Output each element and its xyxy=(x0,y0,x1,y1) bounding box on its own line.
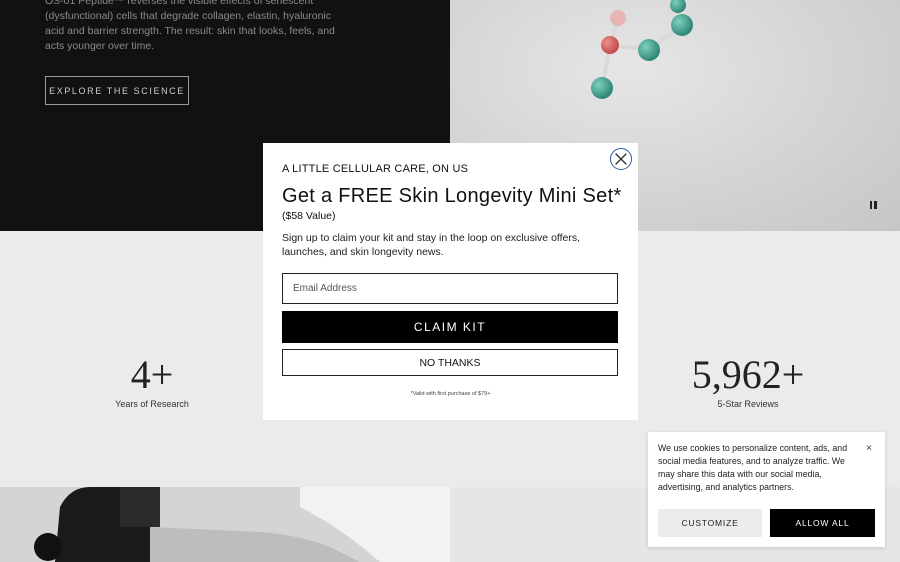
modal-close-button[interactable] xyxy=(610,148,632,170)
modal-title: Get a FREE Skin Longevity Mini Set* xyxy=(282,185,622,207)
cookie-text: We use cookies to personalize content, a… xyxy=(658,443,848,492)
cookie-close-button[interactable]: × xyxy=(866,443,872,454)
cookie-banner: We use cookies to personalize content, a… xyxy=(648,432,885,547)
modal-description: Sign up to claim your kit and stay in th… xyxy=(282,232,581,258)
modal-eyebrow: A LITTLE CELLULAR CARE, ON US xyxy=(282,163,469,175)
customize-button[interactable]: CUSTOMIZE xyxy=(658,509,762,537)
modal-value: ($58 Value) xyxy=(282,210,336,222)
claim-kit-button[interactable]: CLAIM KIT xyxy=(282,311,618,343)
signup-modal: A LITTLE CELLULAR CARE, ON US Get a FREE… xyxy=(263,143,638,420)
modal-fineprint: *Valid with first purchase of $79+ xyxy=(410,391,491,397)
close-icon xyxy=(615,153,627,165)
allow-all-button[interactable]: ALLOW ALL xyxy=(770,509,875,537)
email-field[interactable] xyxy=(282,273,618,304)
no-thanks-button[interactable]: NO THANKS xyxy=(282,349,618,376)
